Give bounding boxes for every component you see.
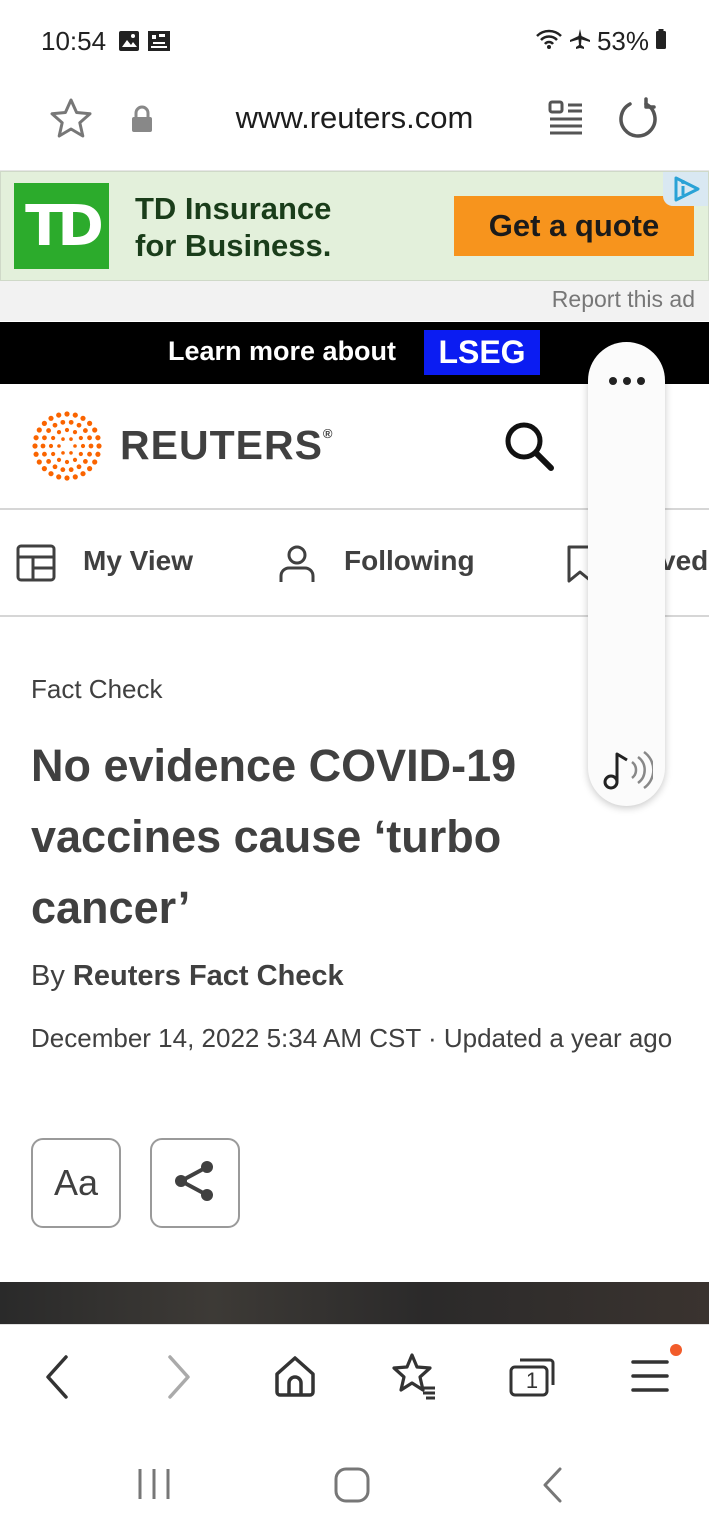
wifi-icon bbox=[535, 26, 563, 57]
ad-title[interactable]: TD Insurance for Business. bbox=[135, 190, 395, 264]
get-quote-button[interactable]: Get a quote bbox=[454, 196, 694, 256]
person-icon[interactable] bbox=[278, 544, 316, 589]
reload-icon[interactable] bbox=[616, 97, 660, 146]
search-icon[interactable] bbox=[503, 420, 555, 477]
recent-apps-icon[interactable] bbox=[136, 1466, 172, 1507]
forward-icon[interactable] bbox=[164, 1354, 194, 1405]
notification-icon bbox=[147, 30, 171, 57]
read-aloud-icon[interactable] bbox=[601, 748, 655, 797]
article-kicker[interactable]: Fact Check bbox=[31, 674, 163, 705]
ad-title-line1: TD Insurance bbox=[135, 191, 332, 226]
system-back-icon[interactable] bbox=[540, 1466, 566, 1509]
hero-image[interactable] bbox=[0, 1282, 709, 1324]
report-ad-link[interactable]: Report this ad bbox=[552, 286, 695, 313]
notification-dot bbox=[670, 1344, 682, 1356]
status-time: 10:54 bbox=[41, 26, 107, 56]
td-logo[interactable]: TD bbox=[14, 183, 109, 269]
tab-count: 1 bbox=[525, 1368, 539, 1393]
share-icon bbox=[170, 1156, 220, 1211]
menu-icon[interactable] bbox=[630, 1358, 670, 1399]
ad-choices-icon[interactable] bbox=[670, 175, 704, 208]
article-headline: No evidence COVID-19 vaccines cause ‘tur… bbox=[31, 740, 517, 933]
article-dateline: December 14, 2022 5:34 AM CST · Updated … bbox=[31, 1023, 673, 1053]
floating-side-panel bbox=[588, 342, 665, 806]
share-button[interactable] bbox=[150, 1138, 240, 1228]
layout-icon[interactable] bbox=[16, 544, 56, 587]
home-button-icon[interactable] bbox=[333, 1466, 371, 1509]
registered-mark: ® bbox=[322, 426, 334, 441]
gallery-icon bbox=[118, 30, 140, 57]
battery-text: 53% bbox=[596, 26, 649, 56]
reader-mode-icon[interactable] bbox=[548, 100, 584, 141]
airplane-icon bbox=[569, 26, 591, 57]
promo-banner-text[interactable]: Learn more about bbox=[168, 336, 396, 367]
text-size-button[interactable]: Aa bbox=[31, 1138, 121, 1228]
text-size-label: Aa bbox=[53, 1162, 99, 1203]
back-icon[interactable] bbox=[42, 1354, 72, 1405]
nav-item-saved[interactable]: ved bbox=[660, 545, 708, 577]
battery-icon bbox=[655, 26, 667, 57]
nav-item-my-view[interactable]: My View bbox=[83, 545, 193, 577]
byline-prefix: By bbox=[31, 960, 65, 992]
home-icon[interactable] bbox=[273, 1354, 317, 1403]
author-link[interactable]: Reuters Fact Check bbox=[73, 960, 344, 992]
reuters-wordmark[interactable]: REUTERS® bbox=[120, 422, 334, 469]
browser-toolbar bbox=[0, 1324, 709, 1431]
brand-name: REUTERS bbox=[120, 422, 323, 468]
url-text[interactable]: www.reuters.com bbox=[0, 100, 709, 136]
nav-item-following[interactable]: Following bbox=[344, 545, 475, 577]
status-right: 53% bbox=[535, 26, 667, 57]
bookmarks-icon[interactable] bbox=[390, 1352, 438, 1405]
more-options-icon[interactable] bbox=[606, 372, 648, 395]
lseg-badge[interactable]: LSEG bbox=[424, 330, 540, 375]
article-byline: By Reuters Fact Check bbox=[31, 960, 344, 993]
ad-title-line2: for Business. bbox=[135, 228, 332, 263]
reuters-logo-icon[interactable] bbox=[30, 410, 104, 487]
